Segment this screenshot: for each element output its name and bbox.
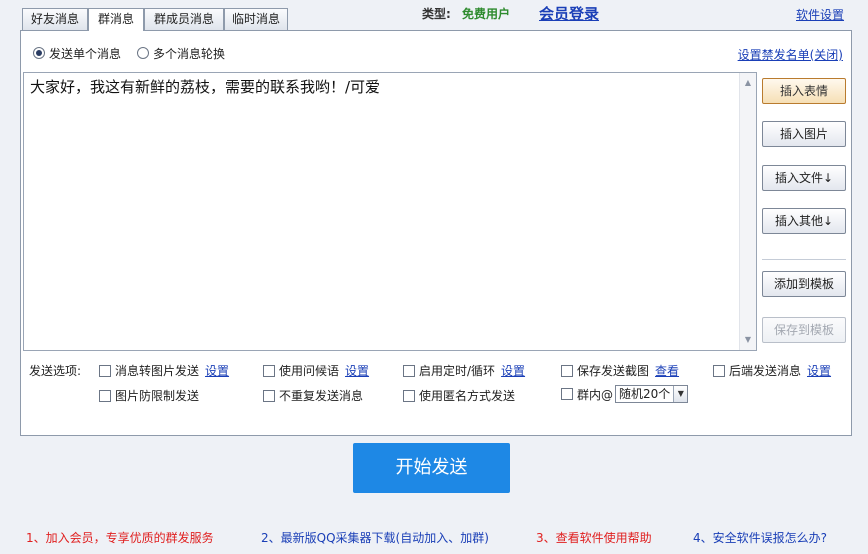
- checkbox-msg-to-image[interactable]: [99, 364, 111, 377]
- insert-file-button[interactable]: 插入文件↓: [762, 165, 846, 191]
- checkbox-use-greeting[interactable]: [263, 364, 275, 377]
- option-background-send[interactable]: 后端发送消息 设置: [713, 362, 831, 379]
- radio-multi[interactable]: [137, 47, 150, 59]
- option-background-send-label: 后端发送消息: [729, 364, 802, 378]
- msg-to-image-settings-link[interactable]: 设置: [205, 362, 229, 379]
- save-to-template-button: 保存到模板: [762, 317, 846, 343]
- option-msg-to-image-label: 消息转图片发送: [115, 364, 200, 378]
- member-login-link[interactable]: 会员登录: [539, 3, 599, 24]
- tab-friend-messages[interactable]: 好友消息: [22, 8, 88, 30]
- group-at-count-select[interactable]: 随机20个 ▼: [615, 385, 689, 403]
- option-use-greeting[interactable]: 使用问候语 设置: [263, 362, 369, 379]
- start-send-button[interactable]: 开始发送: [353, 443, 510, 493]
- insert-emoji-button[interactable]: 插入表情: [762, 78, 846, 104]
- option-image-anti-limit[interactable]: 图片防限制发送: [99, 387, 199, 404]
- insert-image-button[interactable]: 插入图片: [762, 121, 846, 147]
- timer-settings-link[interactable]: 设置: [501, 362, 525, 379]
- tab-temporary-messages[interactable]: 临时消息: [224, 8, 288, 30]
- option-group-at-label: 群内@: [577, 387, 614, 402]
- blacklist-settings-link[interactable]: 设置禁发名单(关闭): [738, 46, 843, 63]
- option-save-screenshot-label: 保存发送截图: [577, 364, 650, 378]
- account-type-value: 免费用户: [462, 7, 511, 21]
- chevron-down-icon[interactable]: ▼: [673, 386, 688, 402]
- group-at-count-value: 随机20个: [619, 387, 671, 401]
- option-group-at[interactable]: 群内@ 随机20个 ▼: [561, 385, 689, 403]
- tab-group-member-messages[interactable]: 群成员消息: [144, 8, 224, 30]
- bottom-link-false-positive[interactable]: 4、安全软件误报怎么办?: [693, 529, 827, 546]
- send-multi-option[interactable]: 多个消息轮换: [137, 45, 225, 62]
- tab-group-messages[interactable]: 群消息: [88, 8, 144, 31]
- account-type-label: 类型:: [422, 7, 451, 21]
- background-send-settings-link[interactable]: 设置: [807, 362, 831, 379]
- send-multi-label: 多个消息轮换: [153, 46, 226, 61]
- send-options-label: 发送选项:: [29, 364, 82, 378]
- message-text[interactable]: 大家好，我这有新鲜的荔枝，需要的联系我哟！/可爱: [30, 77, 380, 97]
- software-settings-link[interactable]: 软件设置: [796, 6, 844, 23]
- send-single-option[interactable]: 发送单个消息: [33, 45, 121, 62]
- radio-single[interactable]: [33, 47, 45, 59]
- option-save-screenshot[interactable]: 保存发送截图 查看: [561, 362, 679, 379]
- editor-scrollbar[interactable]: ▲ ▼: [739, 73, 756, 350]
- scroll-down-icon[interactable]: ▼: [742, 334, 754, 346]
- send-mode-group: 发送单个消息 多个消息轮换: [33, 45, 241, 61]
- screenshot-view-link[interactable]: 查看: [655, 362, 679, 379]
- checkbox-image-anti-limit[interactable]: [99, 389, 111, 402]
- option-timer-loop[interactable]: 启用定时/循环 设置: [403, 362, 525, 379]
- add-to-template-button[interactable]: 添加到模板: [762, 271, 846, 297]
- checkbox-timer-loop[interactable]: [403, 364, 415, 377]
- bottom-link-collector-download[interactable]: 2、最新版QQ采集器下载(自动加入、加群): [261, 529, 489, 546]
- checkbox-no-repeat[interactable]: [263, 389, 275, 402]
- bottom-link-join-member[interactable]: 1、加入会员，专享优质的群发服务: [26, 529, 214, 546]
- option-no-repeat[interactable]: 不重复发送消息: [263, 387, 363, 404]
- option-msg-to-image[interactable]: 消息转图片发送 设置: [99, 362, 229, 379]
- option-anonymous-label: 使用匿名方式发送: [419, 389, 516, 403]
- group-message-panel: 发送单个消息 多个消息轮换 设置禁发名单(关闭) 大家好，我这有新鲜的荔枝，需要…: [20, 30, 852, 436]
- checkbox-anonymous[interactable]: [403, 389, 415, 402]
- option-anonymous[interactable]: 使用匿名方式发送: [403, 387, 515, 404]
- bottom-link-usage-help[interactable]: 3、查看软件使用帮助: [536, 529, 652, 546]
- option-timer-loop-label: 启用定时/循环: [419, 364, 496, 378]
- scroll-up-icon[interactable]: ▲: [742, 77, 754, 89]
- checkbox-save-screenshot[interactable]: [561, 364, 573, 377]
- message-editor[interactable]: 大家好，我这有新鲜的荔枝，需要的联系我哟！/可爱 ▲ ▼: [23, 72, 757, 351]
- greeting-settings-link[interactable]: 设置: [345, 362, 369, 379]
- checkbox-background-send[interactable]: [713, 364, 725, 377]
- option-image-anti-limit-label: 图片防限制发送: [115, 389, 200, 403]
- option-no-repeat-label: 不重复发送消息: [279, 389, 364, 403]
- insert-other-button[interactable]: 插入其他↓: [762, 208, 846, 234]
- side-separator: [762, 259, 846, 260]
- send-single-label: 发送单个消息: [49, 46, 122, 61]
- option-use-greeting-label: 使用问候语: [279, 364, 340, 378]
- checkbox-group-at[interactable]: [561, 388, 573, 400]
